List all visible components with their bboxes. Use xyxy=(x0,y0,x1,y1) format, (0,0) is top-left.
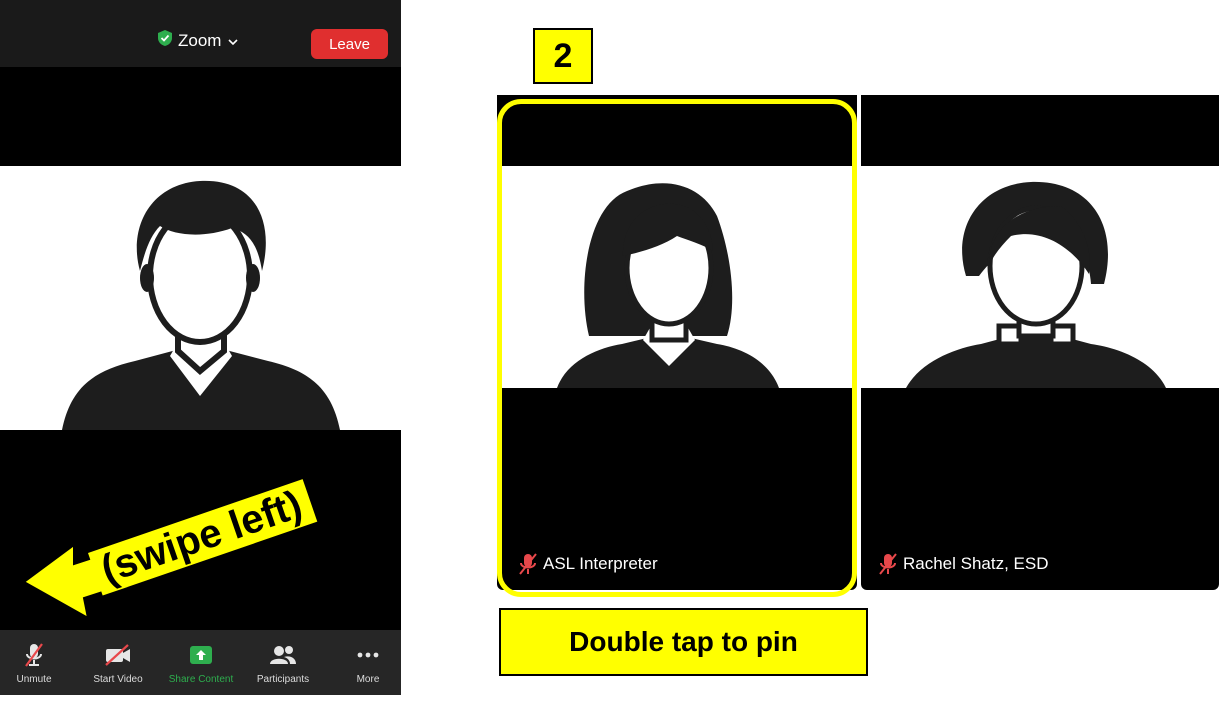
share-content-button[interactable]: Share Content xyxy=(164,630,238,695)
share-content-label: Share Content xyxy=(168,674,234,685)
participant-name-label: Rachel Shatz, ESD xyxy=(879,553,1049,575)
meeting-info-button[interactable]: Zoom xyxy=(158,30,239,51)
participants-button[interactable]: Participants xyxy=(252,630,314,695)
double-tap-callout: Double tap to pin xyxy=(499,608,868,676)
muted-mic-icon xyxy=(879,553,897,575)
more-icon xyxy=(357,652,379,658)
zoom-meeting-screen: Zoom Leave (swipe left) Unmute Start Vid… xyxy=(0,0,401,695)
meeting-name: Zoom xyxy=(178,30,222,50)
meeting-top-bar: Zoom Leave xyxy=(0,0,401,67)
unmute-button[interactable]: Unmute xyxy=(10,630,58,695)
step-2-label: 2 xyxy=(533,28,593,84)
muted-mic-icon xyxy=(25,643,43,667)
callout-text: Double tap to pin xyxy=(569,626,798,657)
participant-video xyxy=(861,166,1219,388)
female-avatar-icon xyxy=(906,181,1166,388)
meeting-toolbar: Unmute Start Video Share Content Partici… xyxy=(0,630,401,695)
step-2-number: 2 xyxy=(553,36,573,75)
more-button[interactable]: More xyxy=(348,630,388,695)
speaker-video[interactable] xyxy=(0,166,401,430)
male-avatar-icon xyxy=(62,180,340,430)
participants-label: Participants xyxy=(256,674,310,685)
participant-name: Rachel Shatz, ESD xyxy=(903,554,1049,573)
shield-check-icon xyxy=(158,30,172,51)
chevron-down-icon xyxy=(227,31,239,51)
share-screen-icon xyxy=(190,646,212,664)
start-video-label: Start Video xyxy=(93,674,143,685)
participants-icon xyxy=(270,646,296,664)
start-video-button[interactable]: Start Video xyxy=(86,630,150,695)
highlight-outline xyxy=(497,99,857,597)
participant-tile-rachel-shatz[interactable]: Rachel Shatz, ESD xyxy=(861,95,1219,590)
more-label: More xyxy=(356,674,380,685)
leave-button[interactable]: Leave xyxy=(311,29,388,59)
unmute-label: Unmute xyxy=(16,674,52,685)
video-off-icon xyxy=(105,644,130,666)
